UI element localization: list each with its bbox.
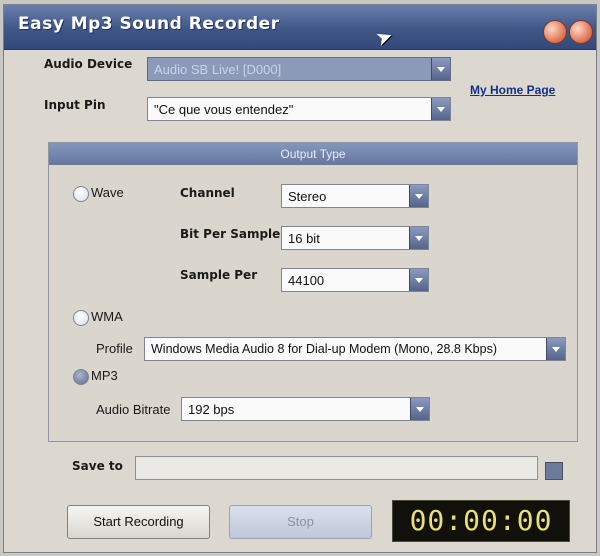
title-bar: Easy Mp3 Sound Recorder ➤ <box>4 5 596 52</box>
audio-device-label: Audio Device <box>44 57 133 71</box>
chevron-down-icon[interactable] <box>409 185 428 207</box>
profile-value: Windows Media Audio 8 for Dial-up Modem … <box>151 342 497 356</box>
channel-value: Stereo <box>288 189 327 204</box>
sample-rate-value: 44100 <box>288 273 325 288</box>
sample-rate-select[interactable]: 44100 <box>281 268 429 292</box>
channel-label: Channel <box>180 186 235 200</box>
wma-radio[interactable] <box>73 310 89 326</box>
window-title: Easy Mp3 Sound Recorder <box>18 14 280 34</box>
close-button[interactable] <box>569 20 593 44</box>
wma-label: WMA <box>91 309 123 324</box>
save-to-label: Save to <box>72 459 123 473</box>
input-pin-value: "Ce que vous entendez" <box>154 102 294 117</box>
bit-per-sample-select[interactable]: 16 bit <box>281 226 429 250</box>
home-page-link[interactable]: My Home Page <box>470 83 555 97</box>
wave-radio[interactable] <box>73 186 89 202</box>
output-type-header: Output Type <box>49 143 577 165</box>
audio-device-value: Audio SB Live! [D000] <box>154 62 282 77</box>
chevron-down-icon[interactable] <box>409 227 428 249</box>
audio-bitrate-label: Audio Bitrate <box>96 402 171 417</box>
browse-folder-button[interactable] <box>545 462 563 480</box>
minimize-button[interactable] <box>543 20 567 44</box>
chevron-down-icon[interactable] <box>431 98 450 120</box>
wave-label: Wave <box>91 185 124 200</box>
audio-bitrate-value: 192 bps <box>188 402 235 417</box>
sample-per-label: Sample Per <box>180 268 258 282</box>
input-pin-select[interactable]: "Ce que vous entendez" <box>147 97 451 121</box>
chevron-down-icon[interactable] <box>546 338 565 360</box>
chevron-down-icon[interactable] <box>410 398 429 420</box>
bit-per-sample-label: Bit Per Sample <box>180 227 281 241</box>
start-recording-button[interactable]: Start Recording <box>67 505 210 539</box>
output-type-group: Output Type Wave Channel Stereo Bit Per … <box>48 142 578 442</box>
mouse-cursor-icon: ➤ <box>372 24 397 52</box>
audio-bitrate-select[interactable]: 192 bps <box>181 397 430 421</box>
chevron-down-icon[interactable] <box>409 269 428 291</box>
bit-per-sample-value: 16 bit <box>288 231 320 246</box>
app-window: Easy Mp3 Sound Recorder ➤ Audio Device A… <box>3 4 597 553</box>
stop-button[interactable]: Stop <box>229 505 372 539</box>
timer-display: 00:00:00 <box>392 500 570 542</box>
profile-select[interactable]: Windows Media Audio 8 for Dial-up Modem … <box>144 337 566 361</box>
chevron-down-icon[interactable] <box>431 58 450 80</box>
save-to-input[interactable] <box>135 456 538 480</box>
channel-select[interactable]: Stereo <box>281 184 429 208</box>
audio-device-select[interactable]: Audio SB Live! [D000] <box>147 57 451 81</box>
mp3-radio[interactable] <box>73 369 89 385</box>
input-pin-label: Input Pin <box>44 98 106 112</box>
profile-label: Profile <box>96 341 133 356</box>
mp3-label: MP3 <box>91 368 118 383</box>
